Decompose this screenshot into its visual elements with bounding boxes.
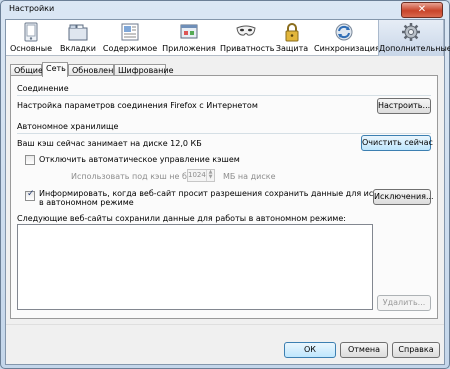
toolbar-item-advanced[interactable]: Дополнительные xyxy=(378,20,450,56)
toolbar-label-privacy: Приватность xyxy=(220,44,275,53)
advanced-gear-icon xyxy=(402,23,420,41)
general-icon xyxy=(24,22,38,42)
notify-offline-label-line1: Информировать, когда веб-сайт просит раз… xyxy=(39,189,428,198)
spinner-arrows-icon[interactable]: ▲ ▼ xyxy=(206,170,214,181)
preferences-toolbar: Основные Вкладки Содержимое Приложения П… xyxy=(6,20,450,56)
cache-usage-text: Ваш кэш сейчас занимает на диске 12,0 КБ xyxy=(17,139,202,148)
toolbar-label-sync: Синхронизация xyxy=(314,44,380,53)
toolbar-item-tabs[interactable]: Вкладки xyxy=(58,20,98,56)
ok-button[interactable]: ОК xyxy=(284,342,336,358)
toolbar-item-privacy[interactable]: Приватность xyxy=(220,20,275,56)
toolbar-label-applications: Приложения xyxy=(162,44,216,53)
toolbar-label-security: Защита xyxy=(275,44,309,53)
close-button[interactable]: ✕ xyxy=(401,2,443,18)
privacy-mask-icon xyxy=(236,25,256,36)
exceptions-button[interactable]: Исключения... xyxy=(373,189,434,205)
cache-limit-spinner[interactable]: 1024 ▲ ▼ xyxy=(187,169,215,182)
connection-settings-button[interactable]: Настроить... xyxy=(377,98,431,114)
network-tab-panel: Соединение Настройка параметров соединен… xyxy=(10,75,438,319)
toolbar-item-security[interactable]: Защита xyxy=(274,20,310,56)
applications-icon xyxy=(180,24,198,39)
notify-offline-checkbox[interactable] xyxy=(25,189,35,201)
connection-divider xyxy=(17,95,431,96)
toolbar-label-general: Основные xyxy=(9,44,52,53)
override-cache-label: Отключить автоматическое управление кэше… xyxy=(39,155,240,164)
footer-divider xyxy=(6,324,444,325)
cache-limit-suffix: МБ на диске xyxy=(223,172,276,181)
cache-limit-value: 1024 xyxy=(188,171,206,179)
toolbar-label-content: Содержимое xyxy=(102,44,158,53)
notify-offline-label-line2: в автономном режиме xyxy=(39,198,134,207)
sync-icon xyxy=(335,23,353,41)
connection-group-title: Соединение xyxy=(17,84,69,93)
toolbar-label-tabs: Вкладки xyxy=(60,44,96,53)
cancel-button[interactable]: Отмена xyxy=(340,342,388,358)
toolbar-item-general[interactable]: Основные xyxy=(8,20,54,56)
clear-cache-button[interactable]: Очистить сейчас xyxy=(361,135,433,151)
tabs-icon xyxy=(68,24,88,41)
offline-storage-group-title: Автономное хранилище xyxy=(17,122,119,131)
toolbar-item-applications[interactable]: Приложения xyxy=(162,20,216,56)
override-cache-checkbox[interactable] xyxy=(25,155,35,165)
settings-window: Настройки ✕ Основные Вкладки Содержимое … xyxy=(0,0,450,369)
title-bar[interactable]: Настройки ✕ xyxy=(1,1,449,19)
toolbar-item-sync[interactable]: Синхронизация xyxy=(314,20,380,56)
toolbar-item-content[interactable]: Содержимое xyxy=(102,20,158,56)
toolbar-label-advanced: Дополнительные xyxy=(379,44,450,53)
window-title: Настройки xyxy=(9,4,55,13)
dialog-client-area: Основные Вкладки Содержимое Приложения П… xyxy=(5,19,450,365)
help-button[interactable]: Справка xyxy=(392,342,440,358)
remove-site-button[interactable]: Удалить... xyxy=(377,295,431,311)
tab-network[interactable]: Сеть xyxy=(42,62,68,77)
offline-sites-list[interactable] xyxy=(17,224,373,310)
security-lock-icon xyxy=(285,23,299,42)
content-icon xyxy=(121,23,139,41)
offline-storage-divider xyxy=(17,133,431,134)
offline-sites-label: Следующие веб-сайты сохранили данные для… xyxy=(17,214,346,223)
connection-description: Настройка параметров соединения Firefox … xyxy=(17,101,258,110)
